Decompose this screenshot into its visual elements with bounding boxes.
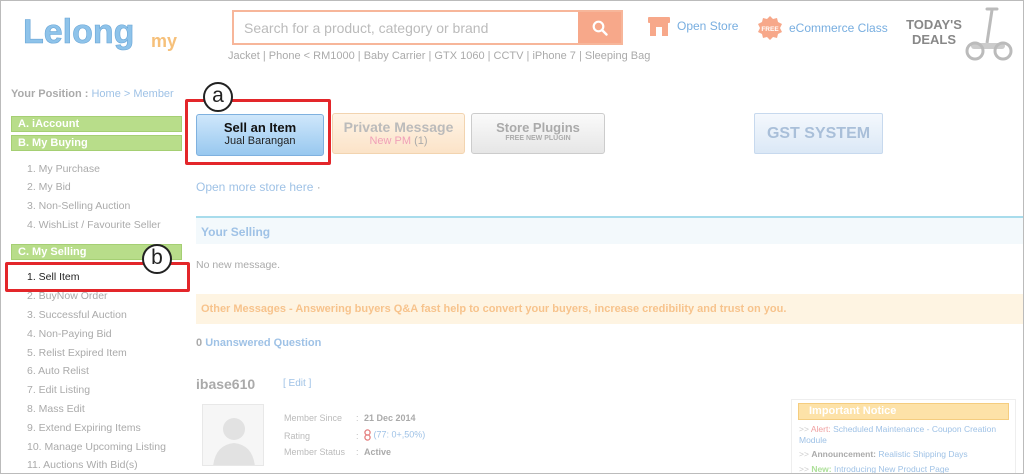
sidebar-item-auto-relist[interactable]: 6. Auto Relist [27, 365, 89, 377]
member-since-label: Member Since [284, 413, 343, 423]
store-plugins-title: Store Plugins [496, 120, 580, 135]
keyword-link[interactable]: Sleeping Bag [585, 50, 650, 62]
store-plugins-subtitle: FREE NEW PLUGIN [505, 135, 571, 142]
member-since-value: 21 Dec 2014 [364, 413, 416, 423]
breadcrumb-home[interactable]: Home [91, 88, 120, 100]
page-frame: Lelong my Jacket | Phone < RM1000 | Baby… [0, 0, 1024, 474]
ecommerce-class-label: eCommerce Class [789, 21, 888, 35]
keyword-link[interactable]: GTX 1060 [434, 50, 484, 62]
sidebar-item-wishlist[interactable]: 4. WishList / Favourite Seller [27, 219, 161, 231]
keyword-link[interactable]: CCTV [494, 50, 524, 62]
annotation-b: b [142, 244, 172, 274]
unanswered-count: 0 [196, 337, 203, 349]
search-icon [592, 20, 608, 36]
lelong-logo[interactable]: Lelong my [21, 9, 191, 53]
open-more-label: Open more store here [196, 180, 314, 194]
your-selling-header: Your Selling [196, 216, 1023, 244]
no-message-text: No new message. [196, 259, 281, 271]
sidebar-item-auctions-with-bids[interactable]: 11. Auctions With Bid(s) [27, 459, 138, 471]
open-more-dot: · [316, 180, 321, 194]
avatar [202, 404, 264, 466]
rating-label: Rating [284, 431, 311, 441]
keyword-link[interactable]: Jacket [228, 50, 260, 62]
important-notice-title: Important Notice [798, 403, 1009, 420]
sidebar-item-non-paying-bid[interactable]: 4. Non-Paying Bid [27, 328, 112, 340]
keyword-link[interactable]: Phone < RM1000 [269, 50, 355, 62]
notice-item-alert[interactable]: >> Alert: Scheduled Maintenance - Coupon… [799, 424, 1009, 446]
member-status-value: Active [364, 447, 392, 457]
breadcrumb-current[interactable]: Member [133, 88, 173, 100]
open-store-label: Open Store [677, 19, 739, 33]
rating-value[interactable]: (77: 0+,50%) [364, 429, 425, 441]
search-button[interactable] [578, 12, 621, 43]
keyword-link[interactable]: iPhone 7 [532, 50, 575, 62]
breadcrumb: Your Position : Home > Member [11, 88, 174, 100]
breadcrumb-label: Your Position : [11, 88, 89, 100]
todays-deals-line2: DEALS [911, 32, 957, 47]
hot-keywords: Jacket | Phone < RM1000 | Baby Carrier |… [228, 50, 651, 62]
rating-text: (77: 0+,50%) [373, 429, 426, 440]
unanswered-label: Unanswered Question [205, 337, 322, 349]
sidebar-item-relist-expired[interactable]: 5. Relist Expired Item [27, 347, 127, 359]
logo-suffix: my [151, 31, 177, 51]
keyword-link[interactable]: Baby Carrier [364, 50, 426, 62]
user-silhouette-icon [213, 418, 255, 465]
store-icon [648, 17, 670, 36]
annotation-a: a [203, 82, 233, 112]
sidebar-item-edit-listing[interactable]: 7. Edit Listing [27, 384, 90, 396]
open-more-store-link[interactable]: Open more store here · [196, 180, 321, 194]
username: ibase610 [196, 376, 256, 392]
member-status-label: Member Status [284, 447, 346, 457]
ecommerce-class-link[interactable]: FREE eCommerce Class [757, 15, 888, 41]
unanswered-question-link[interactable]: 0 Unanswered Question [196, 337, 321, 349]
logo-text: Lelong [23, 13, 134, 51]
store-plugins-button[interactable]: Store Plugins FREE NEW PLUGIN [471, 113, 605, 154]
search-bar [232, 10, 623, 45]
sidebar-section-my-buying[interactable]: B. My Buying [11, 135, 182, 151]
info-separator: : [356, 431, 359, 441]
sidebar-item-manage-upcoming[interactable]: 10. Manage Upcoming Listing [27, 441, 166, 453]
notice-item-announcement[interactable]: >> Announcement: Realistic Shipping Days [799, 449, 1009, 460]
info-separator: : [356, 447, 359, 457]
segway-icon [965, 7, 1013, 61]
svg-text:FREE: FREE [761, 26, 779, 33]
todays-deals-link[interactable]: TODAY'S DEALS [903, 17, 965, 47]
sidebar-item-non-selling-auction[interactable]: 3. Non-Selling Auction [27, 200, 130, 212]
sidebar-section-iaccount[interactable]: A. iAccount [11, 116, 182, 132]
sidebar-item-extend-expiring[interactable]: 9. Extend Expiring Items [27, 422, 141, 434]
gst-system-button[interactable]: GST SYSTEM [754, 113, 883, 154]
sidebar-item-my-bid[interactable]: 2. My Bid [27, 181, 71, 193]
search-input[interactable] [234, 12, 579, 43]
edit-profile-link[interactable]: [ Edit ] [283, 378, 311, 389]
pm-count: (1) [414, 135, 428, 147]
free-badge-icon: FREE [758, 16, 782, 40]
info-separator: : [356, 413, 359, 423]
other-messages-header: Other Messages - Answering buyers Q&A fa… [196, 294, 1023, 324]
private-message-button[interactable]: Private Message New PM (1) [332, 113, 465, 154]
open-store-link[interactable]: Open Store [647, 15, 738, 37]
sidebar-item-my-purchase[interactable]: 1. My Purchase [27, 163, 100, 175]
notice-item-new[interactable]: >> New: Introducing New Product Page [799, 464, 1009, 473]
sidebar-item-successful-auction[interactable]: 3. Successful Auction [27, 309, 127, 321]
highlight-box-sell-button [185, 99, 331, 165]
new-pm-label: New PM [369, 135, 412, 147]
important-notice-panel: Important Notice >> Alert: Scheduled Mai… [791, 399, 1016, 473]
rating-medal-icon [364, 429, 371, 441]
breadcrumb-separator: > [123, 88, 131, 100]
sidebar-item-mass-edit[interactable]: 8. Mass Edit [27, 403, 85, 415]
private-message-title: Private Message [343, 119, 454, 135]
todays-deals-line1: TODAY'S [906, 17, 962, 32]
